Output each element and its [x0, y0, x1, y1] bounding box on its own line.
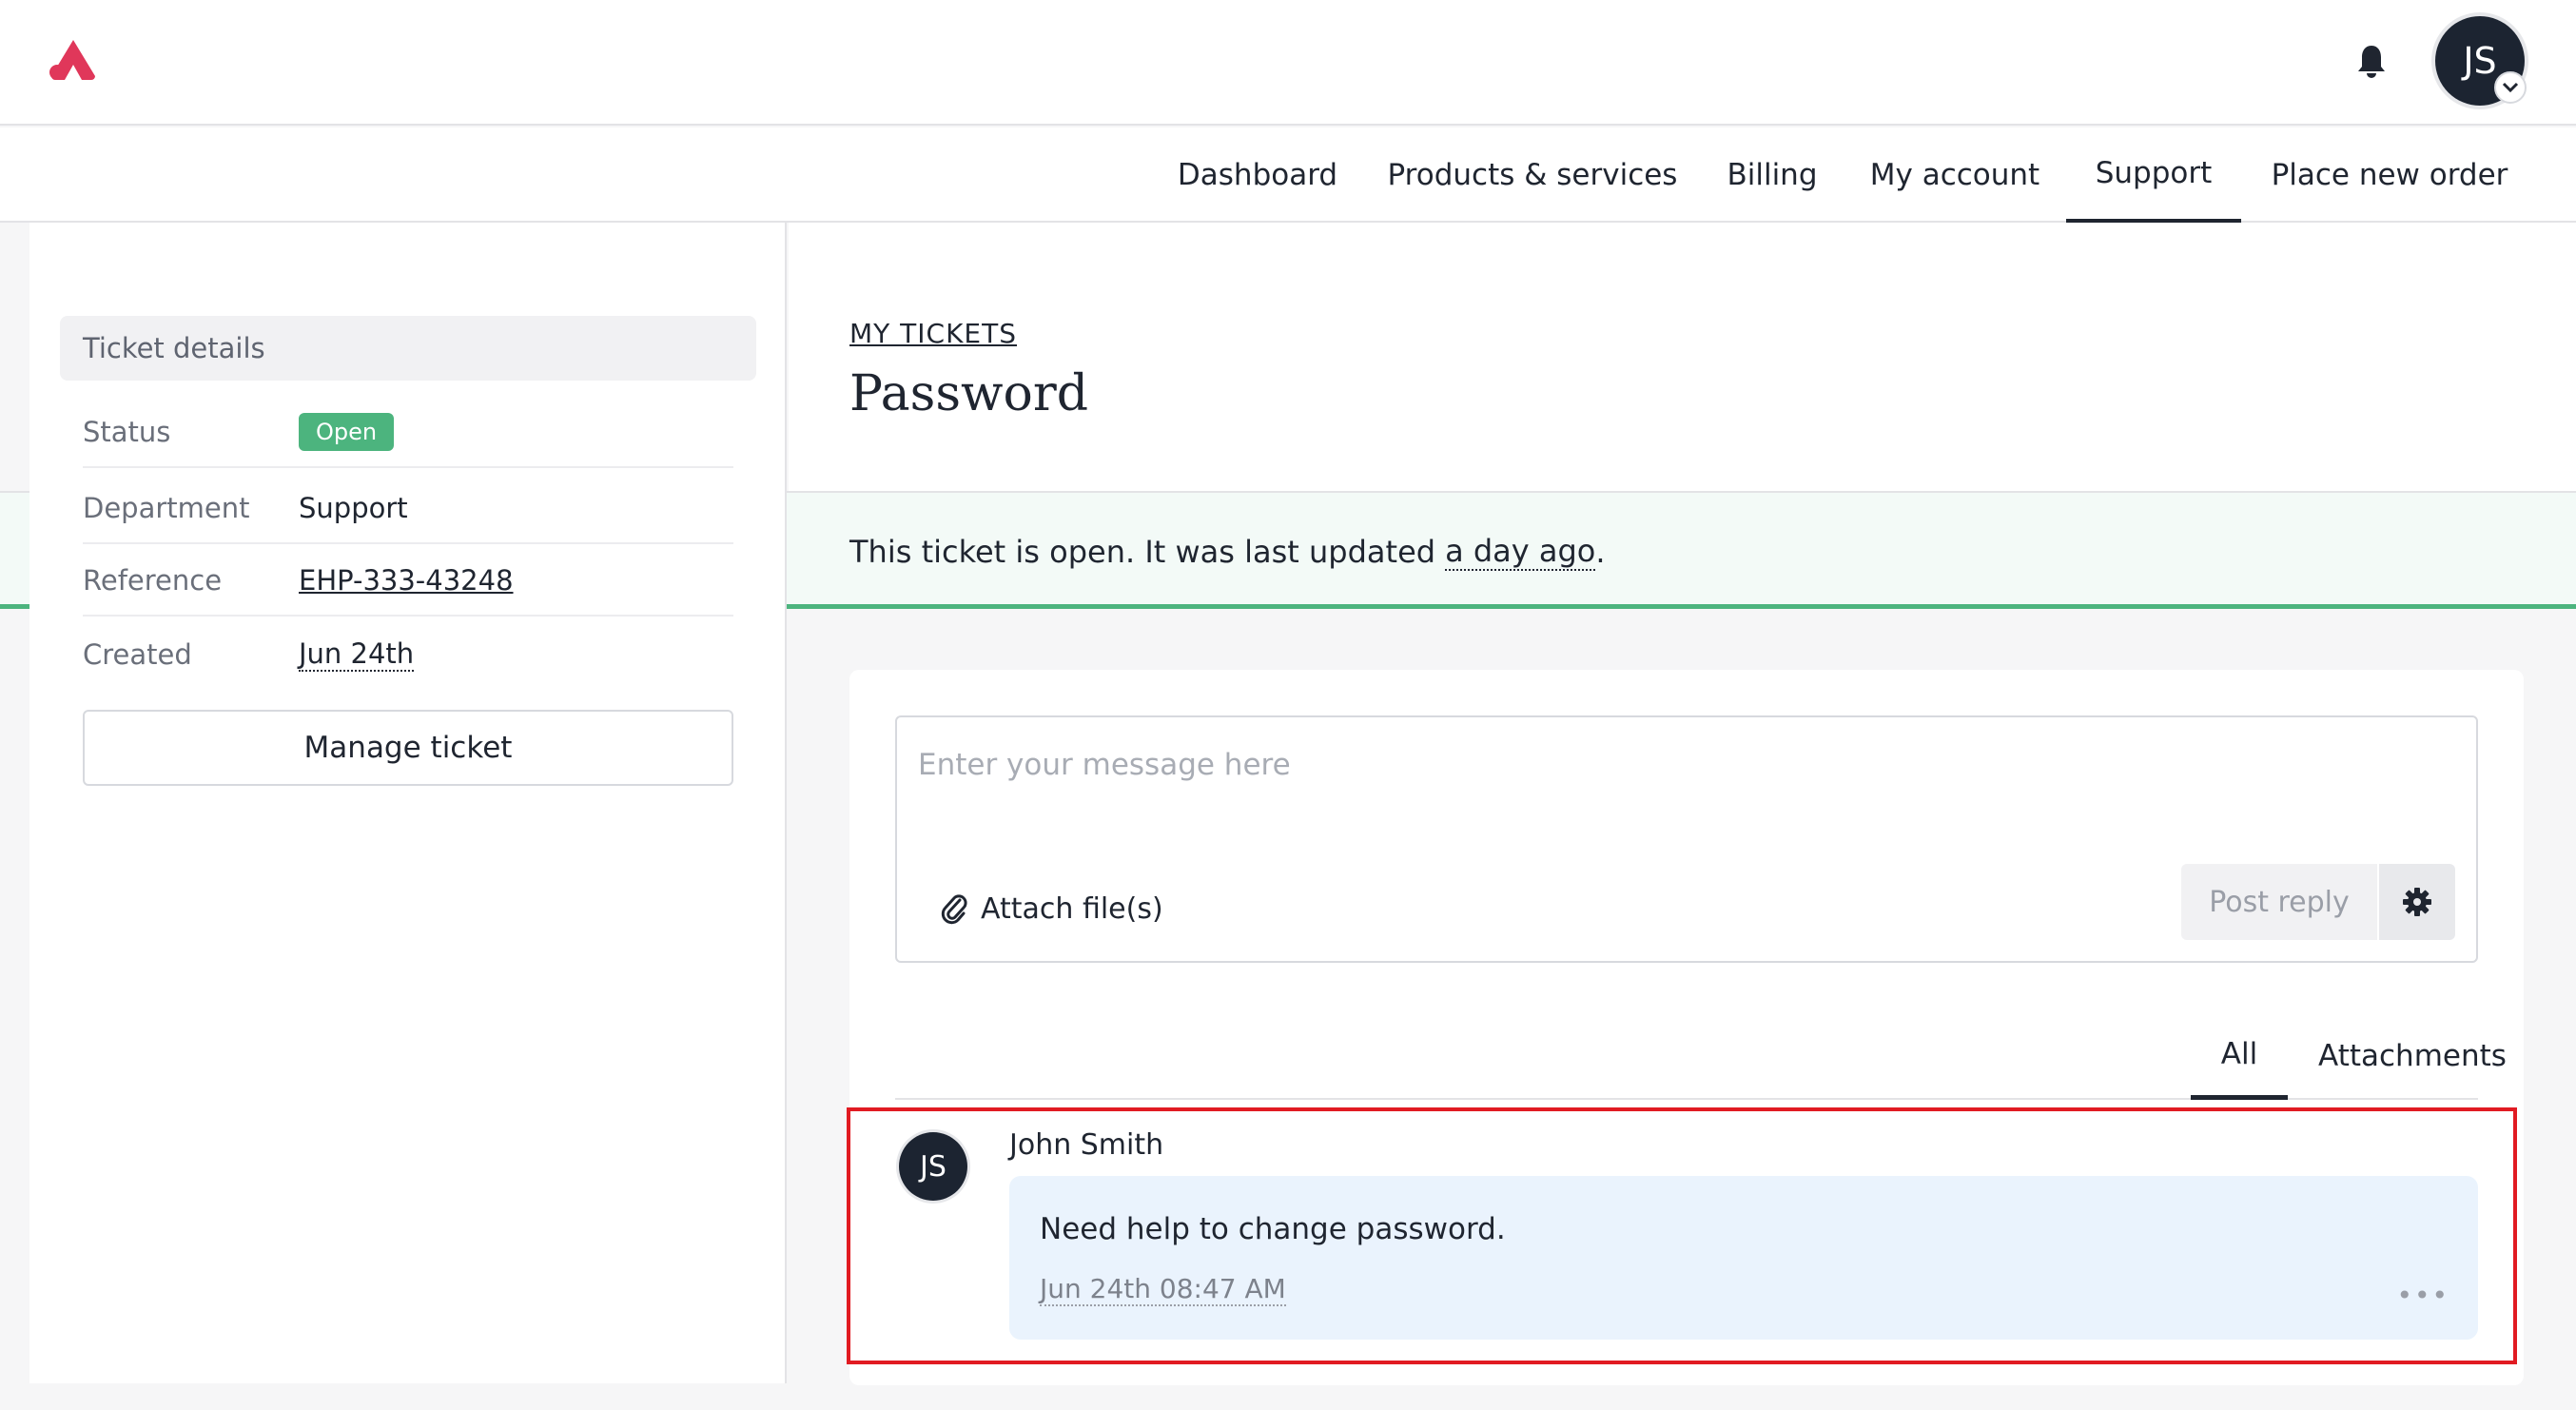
avatar-initials: JS	[2463, 40, 2497, 82]
message-item: JS John Smith Need help to change passwo…	[847, 1107, 2524, 1364]
top-bar: JS	[0, 0, 2576, 126]
nav-billing[interactable]: Billing	[1712, 127, 1832, 223]
main-nav: Dashboard Products & services Billing My…	[0, 127, 2576, 223]
tab-attachments[interactable]: Attachments	[2313, 1012, 2512, 1100]
manage-ticket-button[interactable]: Manage ticket	[83, 710, 733, 786]
department-value: Support	[299, 492, 408, 524]
bell-icon[interactable]	[2354, 42, 2389, 80]
nav-products-services[interactable]: Products & services	[1376, 127, 1689, 223]
detail-row-created: Created Jun 24th	[83, 618, 733, 691]
status-badge: Open	[299, 413, 395, 451]
reference-link[interactable]: EHP-333-43248	[299, 564, 514, 597]
created-label: Created	[83, 638, 192, 671]
gear-icon	[2403, 888, 2431, 916]
ticket-header: MY TICKETS Password	[789, 223, 2576, 491]
more-options-icon[interactable]: •••	[2396, 1280, 2449, 1311]
reference-label: Reference	[83, 564, 223, 597]
reply-settings-button[interactable]	[2379, 864, 2455, 940]
logo-icon[interactable]	[48, 38, 99, 80]
chevron-down-icon[interactable]	[2494, 71, 2527, 104]
detail-row-status: Status Open	[83, 396, 733, 468]
ticket-details-heading: Ticket details	[60, 316, 756, 381]
breadcrumb-my-tickets[interactable]: MY TICKETS	[849, 318, 1017, 349]
detail-row-reference: Reference EHP-333-43248	[83, 544, 733, 617]
created-value: Jun 24th	[299, 637, 415, 672]
conversation-tabs: All Attachments	[895, 1012, 2507, 1100]
paperclip-icon	[941, 894, 967, 925]
nav-my-account[interactable]: My account	[1855, 127, 2055, 223]
author-avatar: JS	[899, 1132, 967, 1201]
page-title: Password	[849, 365, 1088, 422]
nav-support[interactable]: Support	[2066, 127, 2241, 223]
last-updated-time: a day ago	[1445, 533, 1596, 571]
attach-files-label: Attach file(s)	[981, 891, 1163, 926]
reply-composer: Attach file(s) Post reply	[895, 715, 2478, 963]
message-bubble: Need help to change password. Jun 24th 0…	[1009, 1176, 2478, 1340]
post-reply-button[interactable]: Post reply	[2181, 864, 2377, 940]
status-label: Status	[83, 416, 171, 448]
nav-place-new-order[interactable]: Place new order	[2256, 127, 2523, 223]
message-input[interactable]	[918, 742, 2345, 788]
message-text: Need help to change password.	[1040, 1212, 1506, 1246]
banner-text: This ticket is open. It was last updated…	[849, 533, 1606, 571]
conversation-card: Attach file(s) Post reply All	[847, 670, 2524, 1385]
tab-all[interactable]: All	[2191, 1012, 2288, 1100]
ticket-details-panel: Ticket details Status Open Department Su…	[29, 223, 787, 1383]
message-timestamp: Jun 24th 08:47 AM	[1040, 1273, 1286, 1306]
message-author: John Smith	[1009, 1128, 1164, 1162]
detail-row-department: Department Support	[83, 472, 733, 544]
nav-dashboard[interactable]: Dashboard	[1164, 127, 1351, 223]
department-label: Department	[83, 492, 250, 524]
attach-files-button[interactable]: Attach file(s)	[941, 887, 1163, 930]
